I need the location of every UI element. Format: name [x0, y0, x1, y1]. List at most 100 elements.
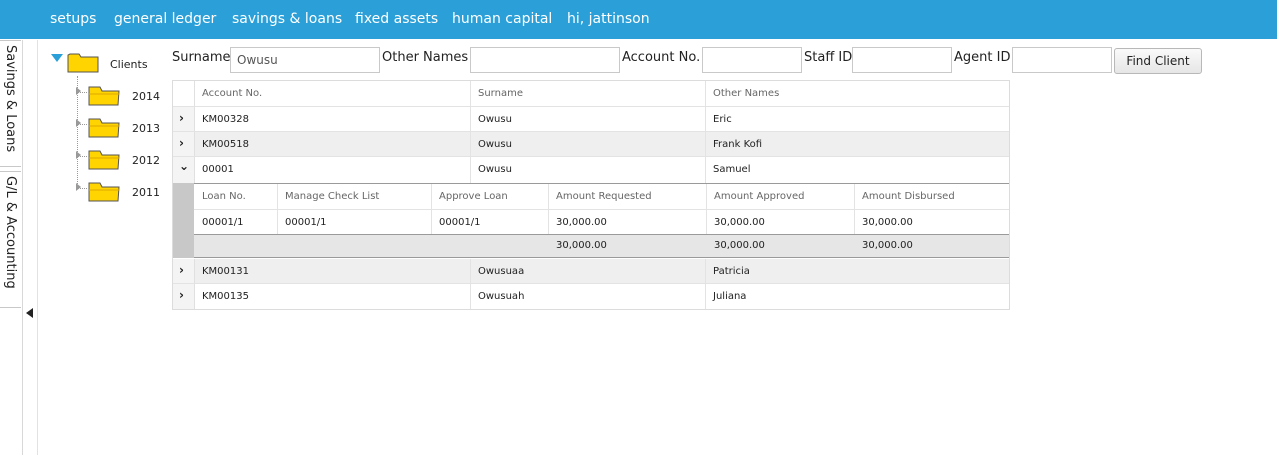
menu-savings-loans[interactable]: savings & loans — [232, 11, 342, 27]
col-header-amount-requested[interactable]: Amount Requested — [556, 191, 652, 202]
cell-surname: Owusu — [478, 139, 512, 150]
row-expand-button[interactable]: › — [173, 284, 195, 309]
detail-gutter — [173, 183, 194, 258]
approve-loan-link[interactable]: 00001/1 — [439, 217, 481, 228]
menu-user-greeting[interactable]: hi, jattinson — [567, 11, 650, 27]
tab-gl-accounting[interactable]: G/L & Accounting — [0, 171, 21, 308]
cell-amount-disbursed: 30,000.00 — [862, 217, 913, 228]
row-collapse-button[interactable]: ⌄ — [173, 157, 195, 183]
collapse-panel-icon[interactable] — [26, 308, 33, 318]
clients-grid: Account No. Surname Other Names › KM0032… — [172, 80, 1010, 310]
row-expand-button[interactable]: › — [173, 259, 195, 283]
cell-account: KM00518 — [202, 139, 249, 150]
tree-root-label[interactable]: Clients — [110, 58, 148, 71]
total-amount-approved: 30,000.00 — [714, 240, 765, 251]
column-separator — [548, 210, 549, 234]
cell-surname: Owusu — [478, 164, 512, 175]
folder-open-icon — [88, 150, 120, 170]
tree-node-expand-icon[interactable] — [76, 119, 81, 127]
cell-amount-approved: 30,000.00 — [714, 217, 765, 228]
vertical-tab-strip: Savings & Loans G/L & Accounting — [0, 40, 23, 455]
cell-account: KM00131 — [202, 266, 249, 277]
grid-header-row: Account No. Surname Other Names — [173, 81, 1009, 107]
column-separator — [470, 81, 471, 106]
loan-row[interactable]: 00001/1 00001/1 00001/1 30,000.00 30,000… — [194, 210, 1009, 235]
col-header-loan-no[interactable]: Loan No. — [202, 191, 246, 202]
chevron-right-icon: › — [179, 111, 184, 125]
row-expand-button[interactable]: › — [173, 107, 195, 131]
column-separator — [705, 157, 706, 183]
column-separator — [705, 107, 706, 131]
tree-node-expand-icon[interactable] — [76, 151, 81, 159]
chevron-right-icon: › — [179, 288, 184, 302]
column-separator — [705, 132, 706, 156]
table-row[interactable]: › KM00328 Owusu Eric — [173, 107, 1009, 132]
cell-account: 00001 — [202, 164, 234, 175]
cell-loan-no: 00001/1 — [202, 217, 244, 228]
column-separator — [706, 184, 707, 209]
menu-setups[interactable]: setups — [50, 11, 96, 27]
cell-other-names: Frank Kofi — [713, 139, 763, 150]
top-menu-bar: setups general ledger savings & loans fi… — [0, 0, 1277, 39]
panel-divider — [37, 40, 38, 455]
column-separator — [277, 210, 278, 234]
tree-expand-toggle-icon[interactable] — [51, 54, 63, 62]
col-header-approve-loan[interactable]: Approve Loan — [439, 191, 508, 202]
col-header-account[interactable]: Account No. — [202, 88, 262, 99]
table-row[interactable]: ⌄ 00001 Owusu Samuel — [173, 157, 1009, 183]
table-row[interactable]: › KM00131 Owusuaa Patricia — [173, 259, 1009, 284]
col-header-amount-approved[interactable]: Amount Approved — [714, 191, 804, 202]
column-separator — [705, 284, 706, 309]
tree-node-2013[interactable]: 2013 — [132, 122, 160, 135]
cell-surname: Owusuaa — [478, 266, 525, 277]
column-separator — [706, 210, 707, 234]
column-separator — [431, 210, 432, 234]
staff-id-input[interactable] — [852, 47, 952, 73]
other-names-input[interactable] — [470, 47, 620, 73]
tab-savings-loans[interactable]: Savings & Loans — [0, 40, 21, 167]
chevron-right-icon: › — [179, 136, 184, 150]
tree-node-expand-icon[interactable] — [76, 183, 81, 191]
col-header-other-names[interactable]: Other Names — [713, 88, 779, 99]
cell-other-names: Patricia — [713, 266, 750, 277]
col-header-manage-check-list[interactable]: Manage Check List — [285, 191, 379, 202]
cell-surname: Owusuah — [478, 291, 525, 302]
column-separator — [470, 259, 471, 283]
column-separator — [277, 184, 278, 209]
col-header-amount-disbursed[interactable]: Amount Disbursed — [862, 191, 955, 202]
column-separator — [854, 210, 855, 234]
loans-totals-row: 30,000.00 30,000.00 30,000.00 — [194, 235, 1009, 257]
loans-header-row: Loan No. Manage Check List Approve Loan … — [194, 184, 1009, 210]
column-separator — [470, 107, 471, 131]
tree-node-expand-icon[interactable] — [76, 87, 81, 95]
account-no-label: Account No. — [622, 50, 701, 65]
menu-general-ledger[interactable]: general ledger — [114, 11, 216, 27]
find-client-button[interactable]: Find Client — [1114, 48, 1202, 74]
menu-human-capital[interactable]: human capital — [452, 11, 552, 27]
grid-header-expander — [173, 81, 195, 106]
menu-fixed-assets[interactable]: fixed assets — [355, 11, 438, 27]
tree-node-2012[interactable]: 2012 — [132, 154, 160, 167]
row-expand-button[interactable]: › — [173, 132, 195, 156]
cell-other-names: Eric — [713, 114, 732, 125]
tab-savings-loans-label: Savings & Loans — [3, 45, 18, 153]
account-no-input[interactable] — [702, 47, 802, 73]
chevron-down-icon: ⌄ — [179, 159, 190, 173]
cell-other-names: Samuel — [713, 164, 751, 175]
table-row[interactable]: › KM00518 Owusu Frank Kofi — [173, 132, 1009, 157]
column-separator — [470, 132, 471, 156]
chevron-right-icon: › — [179, 263, 184, 277]
folder-open-icon — [88, 118, 120, 138]
table-row[interactable]: › KM00135 Owusuah Juliana — [173, 284, 1009, 309]
column-separator — [705, 81, 706, 106]
agent-id-input[interactable] — [1012, 47, 1112, 73]
folder-open-icon — [88, 86, 120, 106]
manage-check-list-link[interactable]: 00001/1 — [285, 217, 327, 228]
tree-node-2014[interactable]: 2014 — [132, 90, 160, 103]
col-header-surname[interactable]: Surname — [478, 88, 523, 99]
agent-id-label: Agent ID — [954, 50, 1011, 65]
folder-icon — [67, 53, 99, 73]
tree-node-2011[interactable]: 2011 — [132, 186, 160, 199]
surname-input[interactable] — [230, 47, 380, 73]
folder-open-icon — [88, 182, 120, 202]
